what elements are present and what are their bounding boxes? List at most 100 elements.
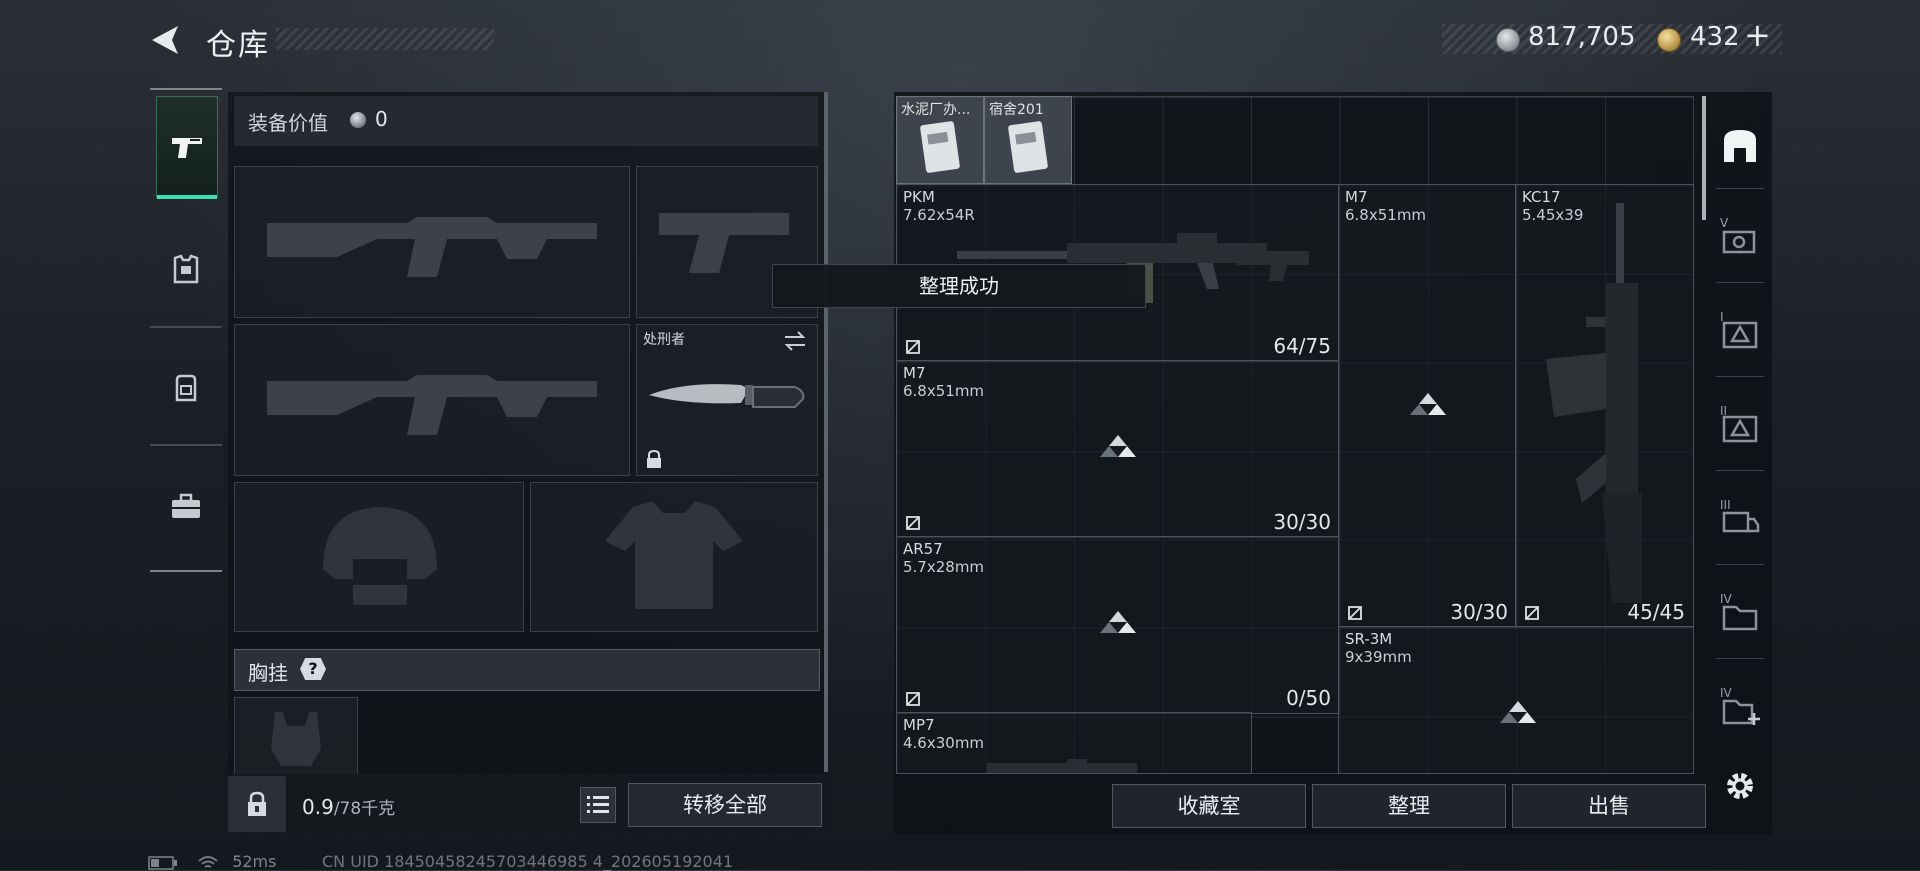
organize-button[interactable]: 整理 [1312,784,1506,828]
keycard-icon [1008,121,1048,173]
add-premium-button[interactable]: + [1744,16,1771,54]
weapon-caliber: 7.62x54R [903,206,975,224]
user-id: CN UID 18450458245703446985 4_2026051920… [322,852,734,871]
briefcase-icon [172,493,200,518]
chest-rig-silhouette-icon [271,712,321,766]
weapon-ammo: 45/45 [1627,600,1685,624]
storage-home-button[interactable] [1712,118,1768,174]
add-storage-page-button[interactable]: IV [1712,682,1768,738]
lock-icon [647,449,661,468]
page-numeral: IV [1720,592,1732,606]
battery-icon [148,855,177,870]
storage-page-iv[interactable]: IV [1712,588,1768,644]
tab-case[interactable] [156,456,216,556]
weapon-name: PKM [903,188,935,206]
status-bar: 52ms [148,852,276,871]
page-numeral: III [1720,498,1731,512]
page-numeral: I [1720,310,1724,324]
weapon-item-sr3m[interactable]: SR-3M 9x39mm [1338,626,1694,774]
melee-weapon-name: 处刑者 [643,332,685,348]
helmet-silhouette-icon [323,507,437,605]
list-icon [587,796,609,813]
helmet-slot[interactable] [234,482,524,632]
lock-icon [248,791,266,816]
silver-coin-icon [1496,28,1520,52]
assault-rifle-icon [1546,203,1642,603]
swap-icon[interactable] [783,331,807,351]
keycard-icon [920,121,960,173]
weapon-caliber: 5.7x28mm [903,558,985,576]
primary-weapon-slot[interactable] [234,166,630,318]
placeholder-triangle-icon [1100,435,1136,457]
ping-value: 52ms [232,852,277,871]
storage-page-iii[interactable]: III [1712,494,1768,550]
equipment-value-label: 装备价值 [248,111,328,135]
weapon-ammo: 0/50 [1286,686,1331,710]
storage-page-ii[interactable]: II [1712,400,1768,456]
tab-armor[interactable] [156,220,216,320]
page-numeral: II [1720,404,1728,418]
smg-icon [987,759,1137,773]
tab-backpack[interactable] [156,338,216,438]
body-armor-slot[interactable] [530,482,818,632]
storage-page-v[interactable]: V [1712,212,1768,268]
weapon-item-ar57[interactable]: AR57 5.7x28mm 0/50 [896,536,1340,714]
settings-button[interactable] [1712,758,1768,814]
placeholder-triangle-icon [1410,393,1446,415]
storage-page-i[interactable]: I [1712,306,1768,362]
transfer-all-button[interactable]: 转移全部 [628,783,822,827]
gear-icon [1727,773,1753,799]
weapon-name: M7 [1345,188,1368,206]
melee-slot[interactable]: 处刑者 [636,324,818,476]
coins-value: 817,705 [1528,22,1636,52]
chest-rig-slot[interactable] [234,697,358,777]
keycard-item[interactable]: 水泥厂办... [896,96,984,184]
back-arrow-icon[interactable] [148,22,184,58]
weapon-name: MP7 [903,716,935,734]
category-rail [148,88,224,572]
page-title: 仓库 [206,28,270,63]
title-decoration [276,28,494,50]
weapon-caliber: 6.8x51mm [1345,206,1427,224]
help-icon[interactable]: ? [300,658,326,680]
lock-toggle[interactable] [228,776,286,832]
coin-icon [350,112,366,128]
equipment-value: 0 [375,107,388,131]
weapon-status-icon [1348,606,1362,620]
weapon-ammo: 30/30 [1450,600,1508,624]
equipment-scrollbar[interactable] [824,92,828,772]
collection-room-button[interactable]: 收藏室 [1112,784,1306,828]
placeholder-triangle-icon [1500,701,1536,723]
chest-rig-label: 胸挂 [248,661,288,685]
secondary-weapon-slot[interactable] [234,324,630,476]
weapon-status-icon [906,516,920,530]
weapon-item-mp7[interactable]: MP7 4.6x30mm [896,712,1252,774]
page-numeral: V [1720,216,1729,230]
backpack-icon [175,374,197,402]
keycard-item[interactable]: 宿舍201 [984,96,1072,184]
vest-silhouette-icon [605,501,743,609]
placeholder-triangle-icon [1100,611,1136,633]
weapon-item-m7-vertical[interactable]: M7 6.8x51mm 30/30 [1338,184,1517,628]
rifle-silhouette-icon [267,375,597,435]
weapon-status-icon [906,692,920,706]
weapon-item-kc17[interactable]: KC17 5.45x39 45/45 [1515,184,1694,628]
warehouse-icon [1724,130,1756,162]
weapon-name: AR57 [903,540,943,558]
tab-weapons[interactable] [156,96,218,199]
premium-value: 432 [1690,22,1740,52]
weapon-name: SR-3M [1345,630,1393,648]
weight-current: 0.9 [302,795,334,819]
weapon-item-m7[interactable]: M7 6.8x51mm 30/30 [896,360,1340,538]
list-view-button[interactable] [580,787,616,823]
weapon-caliber: 6.8x51mm [903,382,985,400]
knife-icon [649,384,805,408]
sell-button[interactable]: 出售 [1512,784,1706,828]
weapon-caliber: 9x39mm [1345,648,1412,666]
storage-scrollbar[interactable] [1702,96,1706,220]
weapon-status-icon [906,340,920,354]
pistol-icon [172,138,202,158]
toast-message: 整理成功 [772,264,1146,308]
wifi-icon [198,855,218,868]
vest-icon [173,254,199,284]
